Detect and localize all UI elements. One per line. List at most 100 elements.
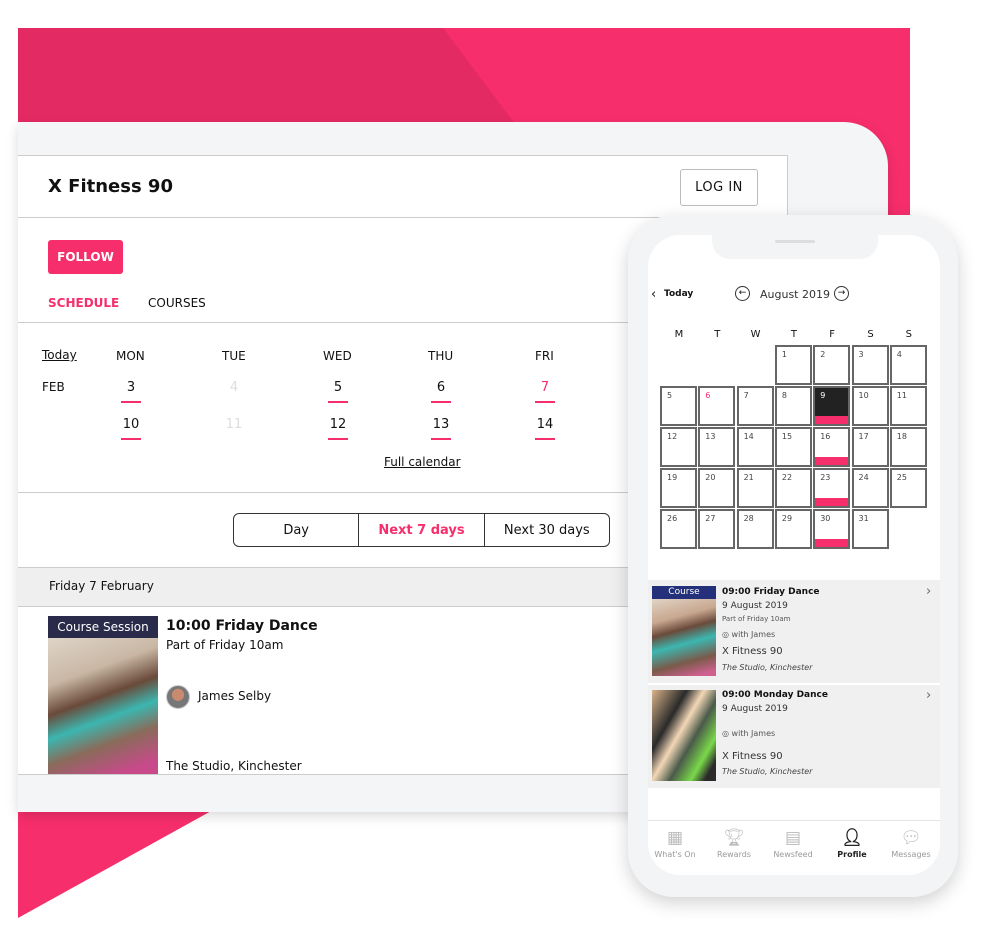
event-list-item[interactable]: 09:00 Monday Dance 9 August 2019 ◎ with …	[648, 685, 940, 788]
tab-rewards[interactable]: 🏆︎ Rewards	[705, 828, 763, 859]
calendar-day[interactable]: 9	[813, 386, 851, 426]
calendar-icon: ▦	[666, 828, 684, 848]
tab-what-s-on[interactable]: ▦ What's On	[646, 828, 704, 859]
date-cell[interactable]: 6	[426, 380, 456, 403]
date-cell[interactable]: 10	[116, 417, 146, 440]
calendar-day[interactable]: 16	[813, 427, 851, 467]
section-date: Friday 7 February	[49, 579, 154, 593]
day-header: FRI	[535, 349, 554, 363]
instructor-name: James Selby	[198, 689, 272, 703]
weekday-label: T	[714, 329, 721, 340]
trophy-icon: 🏆︎	[723, 828, 745, 848]
day-number: 25	[896, 473, 907, 482]
calendar-day[interactable]: 25	[889, 468, 927, 508]
event-location: The Studio, Kinchester	[166, 759, 302, 773]
day-number: 12	[667, 432, 678, 441]
event-location: The Studio, Kinchester	[722, 663, 813, 672]
calendar-day[interactable]: 5	[660, 386, 697, 426]
calendar-day[interactable]: 15	[774, 427, 812, 467]
date-cell[interactable]: 3	[116, 380, 146, 403]
date-cell[interactable]: 14	[530, 417, 560, 440]
tab-label: Rewards	[717, 850, 751, 859]
chevron-right-icon: ›	[926, 688, 932, 703]
calendar-day[interactable]: 8	[774, 386, 812, 426]
weekday-label: M	[674, 329, 684, 340]
calendar-day[interactable]: 14	[736, 427, 774, 467]
range-next-7-days[interactable]: Next 7 days	[359, 514, 485, 546]
today-link[interactable]: Today	[42, 348, 77, 362]
calendar-day[interactable]: 24	[851, 468, 889, 508]
date-cell[interactable]: 5	[323, 380, 353, 403]
calendar-day[interactable]: 12	[660, 427, 697, 467]
follow-button[interactable]: FOLLOW	[48, 240, 123, 274]
event-list-item[interactable]: Course 09:00 Friday Dance 9 August 2019 …	[648, 580, 940, 683]
range-day[interactable]: Day	[234, 514, 360, 546]
event-location: The Studio, Kinchester	[722, 767, 813, 776]
calendar-day[interactable]: 2	[813, 345, 851, 385]
event-image: Course	[652, 586, 716, 676]
full-calendar-link[interactable]: Full calendar	[384, 455, 461, 469]
date-cell-selected[interactable]: 7	[530, 380, 560, 403]
tab-messages[interactable]: 💬︎ Messages	[882, 828, 940, 859]
month-label: FEB	[42, 380, 65, 394]
instructor: ◎ with James	[722, 630, 775, 639]
calendar-day[interactable]: 28	[736, 509, 774, 549]
day-number: 7	[743, 391, 749, 400]
day-header: MON	[116, 349, 145, 363]
prev-month-icon[interactable]: ←	[735, 286, 750, 301]
date-cell[interactable]: 13	[426, 417, 456, 440]
today-button[interactable]: Today	[664, 289, 693, 299]
calendar-day[interactable]: 10	[851, 386, 889, 426]
month-title: August 2019	[760, 288, 830, 301]
day-number: 8	[781, 391, 787, 400]
instructor: ◎ with James	[722, 729, 775, 738]
date-cell[interactable]: 12	[323, 417, 353, 440]
day-header: TUE	[222, 349, 246, 363]
event-date: 9 August 2019	[722, 704, 788, 714]
instructor-name: with James	[731, 729, 776, 738]
day-number: 30	[820, 514, 831, 523]
tab-courses[interactable]: COURSES	[148, 296, 206, 310]
tab-label: What's On	[654, 850, 696, 859]
chevron-right-icon: ›	[926, 584, 932, 599]
background-triangle	[18, 810, 213, 918]
tab-label: Profile	[837, 850, 867, 859]
calendar-day[interactable]: 4	[889, 345, 927, 385]
day-number: 27	[705, 514, 716, 523]
calendar-day[interactable]: 19	[660, 468, 697, 508]
tab-label: Newsfeed	[773, 850, 813, 859]
calendar-day[interactable]: 22	[774, 468, 812, 508]
course-badge: Course	[652, 586, 716, 599]
day-number: 31	[858, 514, 869, 523]
calendar-day[interactable]: 18	[889, 427, 927, 467]
calendar-day[interactable]: 26	[660, 509, 697, 549]
calendar-day[interactable]: 21	[736, 468, 774, 508]
tab-profile[interactable]: 👤︎ Profile	[823, 828, 881, 859]
calendar-day[interactable]: 13	[698, 427, 736, 467]
day-number: 19	[667, 473, 678, 482]
calendar-day[interactable]: 7	[736, 386, 774, 426]
event-title[interactable]: 10:00 Friday Dance	[166, 618, 318, 634]
date-cell: 4	[229, 380, 239, 395]
calendar-day[interactable]: 6	[698, 386, 736, 426]
next-month-icon[interactable]: →	[834, 286, 849, 301]
calendar-day[interactable]: 27	[698, 509, 736, 549]
calendar-day[interactable]: 3	[851, 345, 889, 385]
day-number: 29	[781, 514, 793, 523]
calendar-day[interactable]: 11	[889, 386, 927, 426]
event-subtitle: Part of Friday 10am	[166, 638, 284, 652]
tab-newsfeed[interactable]: ▤ Newsfeed	[764, 828, 822, 859]
calendar-day[interactable]: 30	[813, 509, 851, 549]
day-number: 10	[858, 391, 869, 400]
calendar-day[interactable]: 23	[813, 468, 851, 508]
day-number: 15	[781, 432, 793, 441]
calendar-day[interactable]: 20	[698, 468, 736, 508]
calendar-day[interactable]: 1	[774, 345, 812, 385]
calendar-day[interactable]: 17	[851, 427, 889, 467]
back-chevron-icon[interactable]: ‹	[651, 287, 656, 302]
login-button[interactable]: LOG IN	[680, 169, 758, 206]
range-next-30-days[interactable]: Next 30 days	[485, 514, 609, 546]
tab-schedule[interactable]: SCHEDULE	[48, 296, 119, 310]
calendar-day[interactable]: 29	[774, 509, 812, 549]
calendar-day[interactable]: 31	[851, 509, 889, 549]
